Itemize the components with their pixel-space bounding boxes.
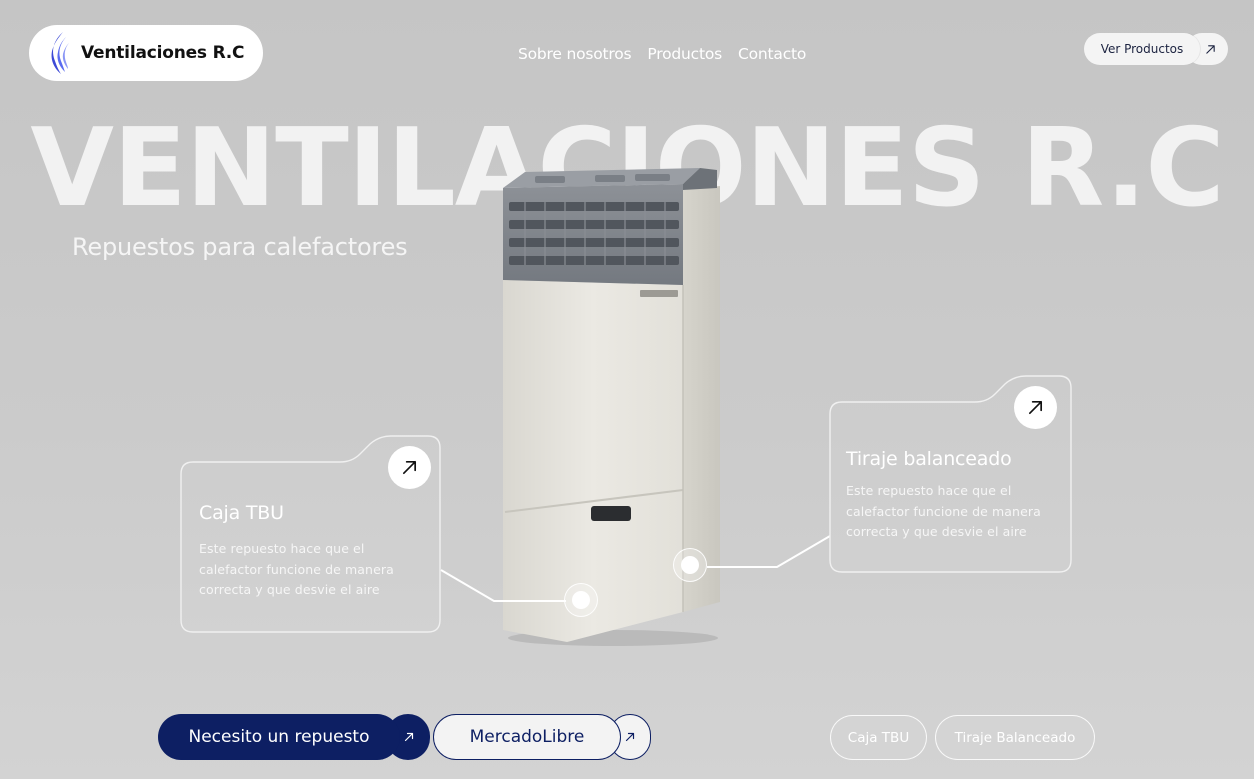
hotspot-tiraje-balanceado[interactable] — [673, 548, 707, 582]
card-tiraje-balanceado: Tiraje balanceado Este repuesto hace que… — [829, 375, 1073, 573]
main-nav: Sobre nosotros Productos Contacto — [518, 45, 806, 63]
hotspot-dot — [681, 556, 699, 574]
card-description: Este repuesto hace que el calefactor fun… — [199, 541, 394, 597]
arrow-up-right-icon — [1028, 400, 1043, 415]
nav-contacto[interactable]: Contacto — [738, 45, 806, 63]
arrow-up-right-icon — [1206, 44, 1215, 54]
card-description: Este repuesto hace que el calefactor fun… — [846, 483, 1041, 539]
card-caja-tbu: Caja TBU Este repuesto hace que el calef… — [180, 435, 442, 633]
hotspot-caja-tbu[interactable] — [564, 583, 598, 617]
card-arrow-button[interactable] — [388, 446, 431, 489]
card-title: Tiraje balanceado — [846, 448, 1012, 470]
necesito-repuesto-button[interactable]: Necesito un repuesto — [158, 714, 400, 760]
nav-sobre-nosotros[interactable]: Sobre nosotros — [518, 45, 632, 63]
arrow-up-right-icon — [625, 732, 635, 742]
mercadolibre-button[interactable]: MercadoLibre — [433, 714, 621, 760]
tag-tiraje-balanceado[interactable]: Tiraje Balanceado — [935, 715, 1095, 760]
ver-productos-button[interactable]: Ver Productos — [1084, 33, 1200, 65]
logo-text: Ventilaciones R.C — [81, 43, 245, 63]
card-arrow-button[interactable] — [1014, 386, 1057, 429]
nav-productos[interactable]: Productos — [647, 45, 722, 63]
flame-logo-icon — [51, 32, 69, 74]
arrow-up-right-icon — [404, 732, 414, 742]
card-title: Caja TBU — [199, 502, 284, 524]
hotspot-dot — [572, 591, 590, 609]
logo[interactable]: Ventilaciones R.C — [29, 25, 263, 81]
hero-subtitle: Repuestos para calefactores — [72, 233, 408, 261]
tag-caja-tbu[interactable]: Caja TBU — [830, 715, 927, 760]
arrow-up-right-icon — [402, 460, 417, 475]
